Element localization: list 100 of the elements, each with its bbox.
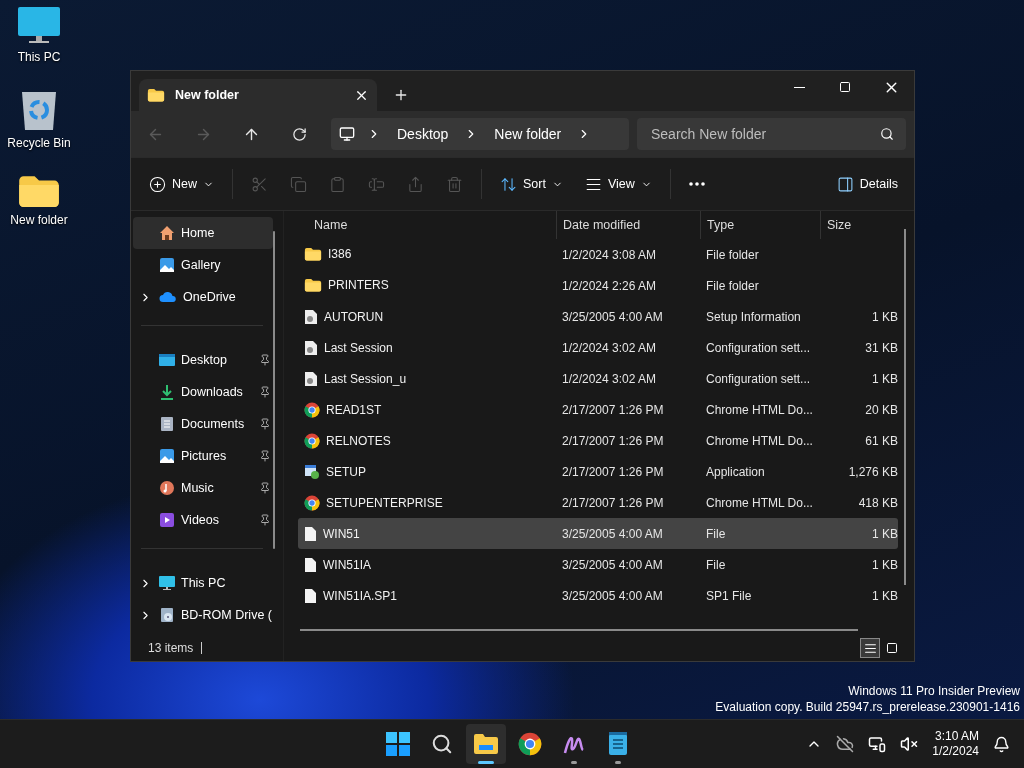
chrome-icon (304, 494, 320, 511)
folder-icon (304, 278, 322, 293)
muted-speaker-icon[interactable] (900, 735, 919, 753)
breadcrumb[interactable]: New folder (490, 126, 566, 142)
sort-icon (500, 175, 517, 193)
date-cell-text: 2/17/2007 1:26 PM (561, 433, 665, 448)
desktop-icon-label: This PC (17, 50, 61, 64)
sidebar-item[interactable]: Music (133, 472, 273, 504)
file-name: AUTORUN (324, 309, 384, 324)
monitor-icon (159, 575, 175, 591)
file-row[interactable]: AUTORUN 3/25/2005 4:00 AM Setup Information 1 KB (298, 301, 898, 332)
type-cell-text: Setup Information (705, 309, 802, 324)
sidebar-item[interactable]: BD-ROM Drive ( (133, 599, 273, 631)
size-cell-text: 61 KB (864, 433, 898, 448)
sidebar-item[interactable]: Desktop (133, 344, 273, 376)
search-icon (880, 127, 894, 141)
folder-icon (473, 733, 499, 755)
file-row[interactable]: SETUP 2/17/2007 1:26 PM Application 1,276 KB (298, 456, 898, 487)
file-row[interactable]: Last Session 1/2/2024 3:02 AM Configuration sett... 31 KB (298, 332, 898, 363)
watermark-text: Evaluation copy. Build 25947.rs_prerelease.230901-1416 (715, 699, 1020, 715)
column-header[interactable]: Date modified (556, 211, 700, 239)
type-cell-text: File folder (705, 247, 760, 262)
window-tab[interactable]: New folder (139, 79, 377, 111)
details-button[interactable]: Details (832, 168, 902, 200)
new-button[interactable]: New (145, 168, 218, 200)
sidebar-item[interactable]: OneDrive (133, 281, 273, 313)
desktop-icon-label: New folder (10, 213, 68, 228)
file-row[interactable]: WIN51 3/25/2005 4:00 AM File 1 KB (298, 518, 898, 549)
maximize-icon (839, 81, 851, 93)
file-row[interactable]: WIN51IA 3/25/2005 4:00 AM File 1 KB (298, 549, 898, 580)
monitor-icon (17, 6, 61, 46)
file-name: I386 (328, 247, 352, 262)
sidebar-item[interactable]: Videos (133, 504, 273, 536)
file-name: SETUPENTERPRISE (326, 495, 443, 510)
column-header[interactable]: Type (700, 211, 820, 239)
sidebar-item[interactable]: Pictures (133, 440, 273, 472)
file-row[interactable]: I386 1/2/2024 3:08 AM File folder (298, 239, 898, 270)
picture-icon (159, 257, 175, 273)
sidebar-item[interactable]: Documents (133, 408, 273, 440)
settings-file-icon (304, 370, 318, 387)
status-text: 13 items (148, 641, 194, 655)
type-cell-text: Chrome HTML Do... (705, 495, 814, 510)
scissors-icon (251, 175, 268, 193)
tab-title: New folder (175, 88, 240, 102)
desktop-icon-label: Recycle Bin (7, 136, 71, 150)
picture-icon (159, 448, 175, 464)
search-icon (431, 733, 453, 755)
file-row[interactable]: WIN51IA.SP1 3/25/2005 4:00 AM SP1 File 1 KB (298, 580, 898, 611)
settings-file-icon (304, 339, 318, 356)
address-bar[interactable]: Desktop New folder (331, 118, 629, 150)
cloud-off-icon[interactable] (836, 735, 855, 753)
pin-icon (259, 418, 271, 430)
document-icon (159, 416, 175, 432)
running-indicator (478, 761, 494, 764)
date-cell-text: 1/2/2024 2:26 AM (561, 278, 658, 293)
file-name: WIN51IA.SP1 (323, 588, 398, 603)
file-name: READ1ST (326, 402, 382, 417)
file-row[interactable]: SETUPENTERPRISE 2/17/2007 1:26 PM Chrome HTML Do... 418 KB (298, 487, 898, 518)
file-icon (304, 587, 317, 604)
date-cell-text: 1/2/2024 3:02 AM (561, 371, 658, 386)
taskbar-app[interactable] (466, 724, 506, 764)
network-icon[interactable] (868, 735, 887, 753)
column-header[interactable]: Size (820, 211, 898, 239)
pin-icon (259, 386, 271, 398)
pin-icon (259, 450, 271, 462)
clipboard-icon (329, 175, 346, 193)
date-cell-text: 3/25/2005 4:00 AM (561, 588, 664, 603)
file-row[interactable]: PRINTERS 1/2/2024 2:26 AM File folder (298, 270, 898, 301)
size-cell-text: 31 KB (864, 340, 898, 355)
type-cell-text: Chrome HTML Do... (705, 433, 814, 448)
file-row[interactable]: RELNOTES 2/17/2007 1:26 PM Chrome HTML Do... 61 KB (298, 425, 898, 456)
chrome-icon (304, 401, 320, 418)
panel-icon (836, 175, 854, 193)
sidebar-item[interactable]: Home (133, 217, 273, 249)
clock[interactable]: 3:10 AM 1/2/2024 (932, 729, 979, 759)
rename-icon (368, 175, 385, 193)
sidebar-item[interactable]: This PC (133, 567, 273, 599)
share-icon (407, 175, 424, 193)
sidebar-item[interactable]: Downloads (133, 376, 273, 408)
bell-icon[interactable] (993, 735, 1010, 753)
breadcrumb[interactable]: Desktop (393, 126, 453, 142)
column-header[interactable]: Name (298, 211, 556, 239)
tile-icon (886, 642, 898, 654)
folder-icon (147, 87, 165, 103)
file-row[interactable]: Last Session_u 1/2/2024 3:02 AM Configuration sett... 1 KB (298, 363, 898, 394)
size-cell-text: 418 KB (857, 495, 898, 510)
size-cell-text: 1 KB (871, 371, 898, 386)
plus-icon (149, 175, 166, 193)
file-icon (304, 556, 317, 573)
sort-button[interactable]: Sort (496, 168, 567, 200)
size-cell-text: 1 KB (871, 557, 898, 572)
type-cell-text: Configuration sett... (705, 340, 812, 355)
view-button[interactable]: View (580, 168, 656, 200)
file-row[interactable]: READ1ST 2/17/2007 1:26 PM Chrome HTML Do... 20 KB (298, 394, 898, 425)
search-field[interactable]: Search New folder (637, 118, 906, 150)
plus-icon (393, 87, 409, 103)
file-name: PRINTERS (328, 278, 389, 293)
sidebar-item[interactable]: Gallery (133, 249, 273, 281)
details-view-button[interactable] (860, 638, 880, 658)
date-cell-text: 3/25/2005 4:00 AM (561, 309, 664, 324)
